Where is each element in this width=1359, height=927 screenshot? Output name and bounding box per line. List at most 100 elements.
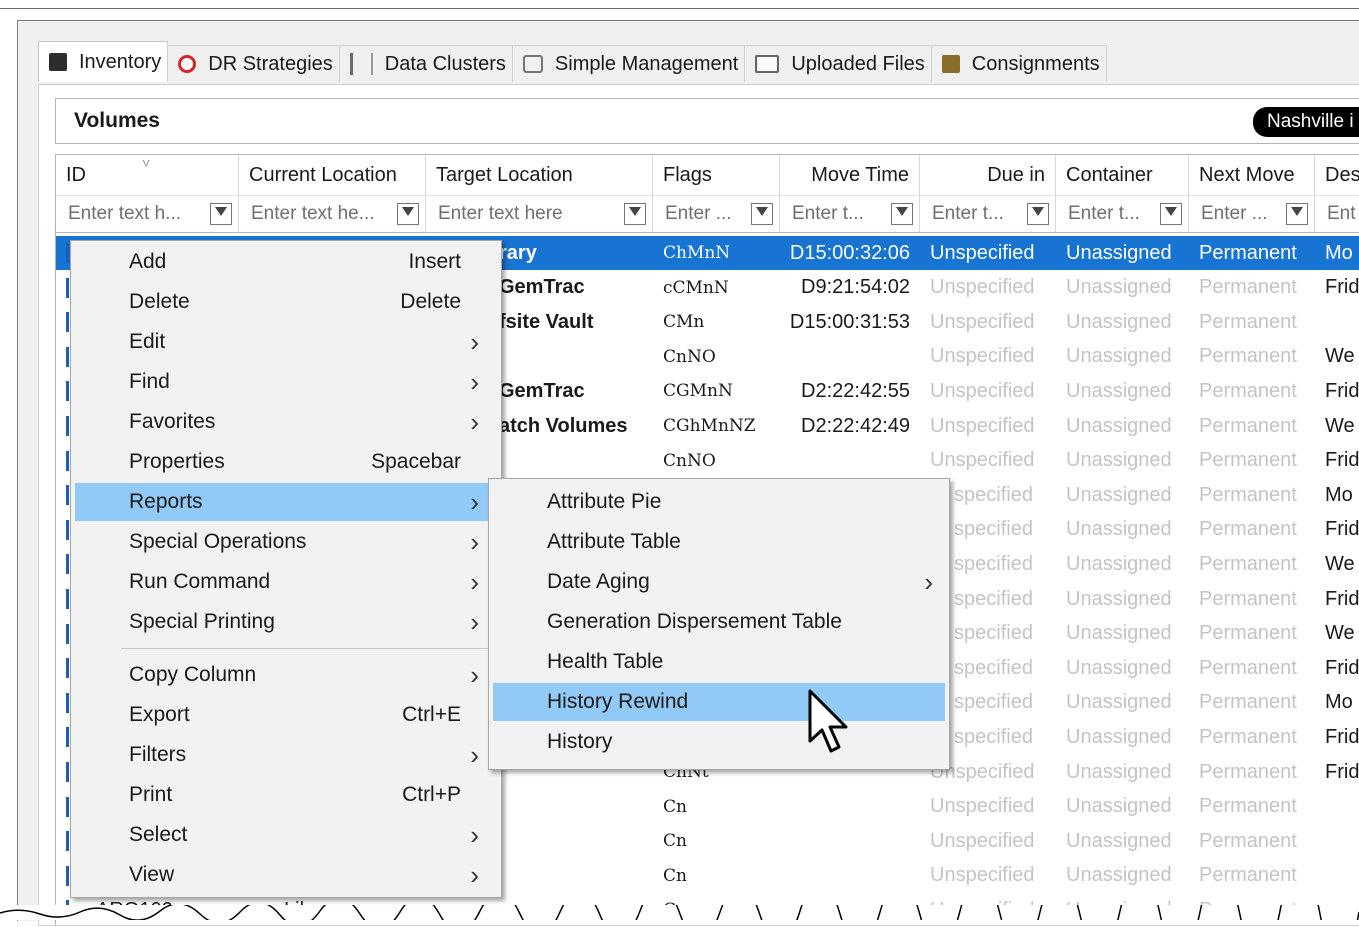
volume-icon <box>66 623 69 644</box>
menu-item-label: Attribute Table <box>547 530 681 553</box>
menu-item-favorites[interactable]: Favorites › <box>75 403 497 441</box>
submenu-item-history[interactable]: History <box>493 723 945 761</box>
submenu-item-attribute-table[interactable]: Attribute Table <box>493 523 945 561</box>
filter-funnel-icon[interactable] <box>1160 203 1182 225</box>
menu-item-special-operations[interactable]: Special Operations › <box>75 523 497 561</box>
cell-target: GemTrac <box>499 276 585 299</box>
column-filter[interactable]: Enter t... <box>1056 195 1189 233</box>
cell-due: Unspecified <box>930 310 1035 333</box>
location-badge[interactable]: Nashville i <box>1253 107 1359 137</box>
submenu-item-attribute-pie[interactable]: Attribute Pie <box>493 483 945 521</box>
column-header[interactable]: Flags <box>653 155 780 195</box>
tab-simple-management[interactable]: Simple Management <box>511 45 746 82</box>
tab-data-clusters[interactable]: Data Clusters <box>338 45 513 82</box>
filter-input[interactable]: Enter text here <box>426 203 624 225</box>
volume-icon <box>66 727 69 748</box>
column-header[interactable]: Current Location <box>239 155 426 195</box>
cell-flags: CnNO <box>663 450 716 471</box>
column-header[interactable]: Des <box>1315 155 1359 195</box>
column-filter[interactable]: Enter t... <box>920 195 1056 233</box>
column-header[interactable]: Target Location <box>426 155 653 195</box>
cell-des: Mo <box>1325 483 1353 506</box>
column-header[interactable]: Container <box>1056 155 1189 195</box>
filter-input[interactable]: Enter t... <box>780 203 891 225</box>
cell-next: Permanent <box>1199 864 1297 887</box>
menu-item-special-printing[interactable]: Special Printing › <box>75 603 497 641</box>
filter-input[interactable]: Ent <box>1315 203 1359 225</box>
cell-container: Unassigned <box>1066 864 1172 887</box>
cell-next: Permanent <box>1199 241 1297 264</box>
cell-container: Unassigned <box>1066 414 1172 437</box>
column-filter[interactable]: Enter text h... <box>56 195 239 233</box>
filter-input[interactable]: Enter ... <box>653 203 751 225</box>
filter-funnel-icon[interactable] <box>210 203 232 225</box>
tab-label: Data Clusters <box>384 52 506 75</box>
cell-flags: Cn <box>663 796 687 817</box>
menu-item-select[interactable]: Select › <box>75 816 497 854</box>
filter-funnel-icon[interactable] <box>1027 203 1049 225</box>
cell-flags: ChMnN <box>663 243 731 263</box>
submenu-arrow-icon: › <box>470 486 479 517</box>
column-header[interactable]: Next Move <box>1189 155 1315 195</box>
filter-funnel-icon[interactable] <box>1286 203 1308 225</box>
panel-title: Volumes <box>74 109 160 132</box>
column-filter[interactable]: Ent <box>1315 195 1359 233</box>
menu-item-edit[interactable]: Edit › <box>75 323 497 361</box>
filter-input[interactable]: Enter t... <box>1056 203 1160 225</box>
filter-funnel-icon[interactable] <box>751 203 773 225</box>
column-header[interactable]: Due in <box>920 155 1056 195</box>
filter-funnel-icon[interactable] <box>891 203 913 225</box>
menu-item-view[interactable]: View › <box>75 856 497 894</box>
submenu-arrow-icon: › <box>924 566 933 597</box>
submenu-item-health-table[interactable]: Health Table <box>493 643 945 681</box>
cell-target: GemTrac <box>499 379 585 402</box>
cell-container: Unassigned <box>1066 449 1172 472</box>
tab-label: Inventory <box>79 50 162 73</box>
filter-input[interactable]: Enter ... <box>1189 203 1286 225</box>
menu-item-run-command[interactable]: Run Command › <box>75 563 497 601</box>
filter-input[interactable]: Enter text he... <box>239 203 397 225</box>
submenu-item-generation-dispersement-table[interactable]: Generation Dispersement Table <box>493 603 945 641</box>
menu-separator <box>121 648 497 649</box>
filter-funnel-icon[interactable] <box>397 203 419 225</box>
cell-due: specified <box>954 656 1033 679</box>
column-filter[interactable]: Enter t... <box>780 195 920 233</box>
tab-consignments[interactable]: Consignments <box>930 45 1107 82</box>
cell-due: specified <box>954 725 1033 748</box>
column-filter[interactable]: Enter ... <box>1189 195 1315 233</box>
submenu-item-history-rewind[interactable]: History Rewind <box>493 683 945 721</box>
cell-des: Frid <box>1325 518 1359 541</box>
column-header[interactable]: Move Time <box>780 155 920 195</box>
menu-item-print[interactable]: Print Ctrl+P <box>75 776 497 814</box>
cell-flags: CnNO <box>663 346 716 367</box>
menu-item-filters[interactable]: Filters › <box>75 736 497 774</box>
filter-funnel-icon[interactable] <box>624 203 646 225</box>
column-filter[interactable]: Enter ... <box>653 195 780 233</box>
filter-input[interactable]: Enter text h... <box>56 203 210 225</box>
menu-item-find[interactable]: Find › <box>75 363 497 401</box>
cell-container: Unassigned <box>1066 760 1172 783</box>
cell-des: We <box>1325 345 1355 368</box>
menu-item-label: Export <box>129 703 190 726</box>
column-filter[interactable]: Enter text here <box>426 195 653 233</box>
menu-item-delete[interactable]: Delete Delete <box>75 283 497 321</box>
volume-icon <box>66 796 69 817</box>
menu-item-export[interactable]: Export Ctrl+E <box>75 696 497 734</box>
menu-item-reports[interactable]: Reports › <box>75 483 497 521</box>
cell-due: Unspecified <box>930 829 1035 852</box>
tab-uploaded-files[interactable]: Uploaded Files <box>744 45 932 82</box>
cell-des: We <box>1325 622 1355 645</box>
uploaded-files-icon <box>755 55 780 73</box>
menu-item-properties[interactable]: Properties Spacebar <box>75 443 497 481</box>
tab-dr-strategies[interactable]: DR Strategies <box>167 45 340 82</box>
submenu-item-date-aging[interactable]: Date Aging › <box>493 563 945 601</box>
menu-item-add[interactable]: Add Insert <box>75 243 497 281</box>
cell-move: D15:00:31:53 <box>789 310 910 333</box>
tab-inventory[interactable]: Inventory <box>38 41 169 82</box>
filter-input[interactable]: Enter t... <box>920 203 1027 225</box>
cell-des: We <box>1325 414 1355 437</box>
column-filter[interactable]: Enter text he... <box>239 195 426 233</box>
menu-item-label: Favorites <box>129 410 216 433</box>
menu-item-label: History Rewind <box>547 690 689 713</box>
menu-item-copy-column[interactable]: Copy Column › <box>75 656 497 694</box>
